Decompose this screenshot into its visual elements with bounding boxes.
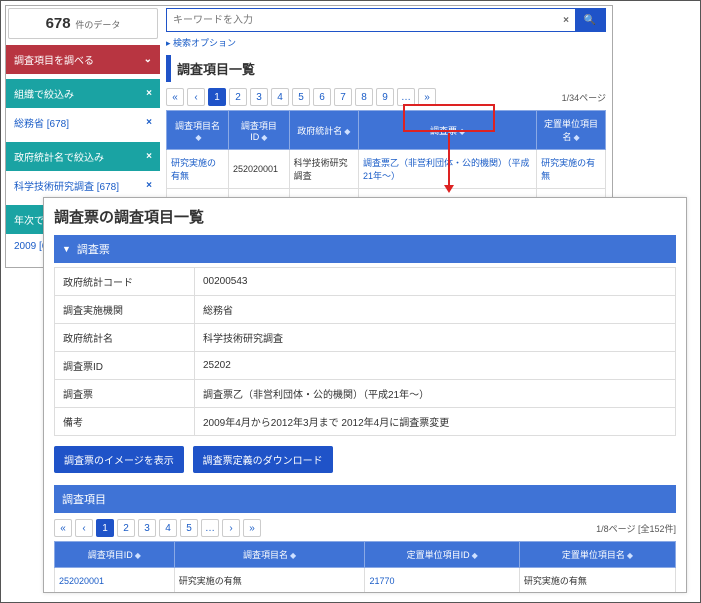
col-header[interactable]: 調査項目ID◆ [229,111,290,150]
pager-cell[interactable]: 6 [313,88,331,106]
pager-back: «‹123456789…» [166,88,436,106]
kv-key: 政府統計名 [55,324,195,352]
pager-cell[interactable]: ‹ [187,88,205,106]
chevron-down-icon: ⌄ [144,54,152,65]
kv-row: 調査票ID25202 [55,352,676,380]
kv-value: 科学技術研究調査 [195,324,676,352]
page-info-front: 1/8ページ [全152件] [596,522,676,535]
kv-key: 調査票ID [55,352,195,380]
page-info-back: 1/34ページ [562,91,606,104]
col-header[interactable]: 調査項目名◆ [174,542,365,568]
filter-stat-value[interactable]: 科学技術研究調査 [678] × [6,171,160,200]
filter-org[interactable]: 組織で絞込み × [6,79,160,108]
kv-value: 調査票乙（非営利団体・公的機関）（平成21年～） [195,380,676,408]
close-icon[interactable]: × [146,88,152,99]
band2-label: 調査項目 [62,491,106,507]
cell: 科学技術研究調査 [289,150,358,189]
cell: 252020001 [229,150,290,189]
band-label: 調査票 [77,241,110,257]
pager-cell[interactable]: 3 [250,88,268,106]
pager-cell[interactable]: › [222,519,240,537]
highlight-annotation [403,104,495,132]
kv-key: 備考 [55,408,195,436]
kv-row: 調査票調査票乙（非営利団体・公的機関）（平成21年～） [55,380,676,408]
kv-row: 政府統計コード00200543 [55,268,676,296]
col-header[interactable]: 定置単位項目名◆ [537,111,606,150]
close-icon[interactable]: × [146,151,152,162]
pager-front: «‹12345…›» [54,519,261,537]
search-options-link[interactable]: ▸ 検索オプション [166,32,236,51]
search-input[interactable] [167,9,557,31]
triangle-down-icon: ▼ [62,244,71,254]
search-icon: 🔍 [584,15,596,26]
pager-cell[interactable]: 4 [159,519,177,537]
front-title: 調査票の調査項目一覧 [54,204,676,235]
pager-cell[interactable]: 1 [96,519,114,537]
pager-cell[interactable]: 3 [138,519,156,537]
kv-row: 政府統計名科学技術研究調査 [55,324,676,352]
front-table: 調査項目ID◆調査項目名◆定置単位項目ID◆定置単位項目名◆ 252020001… [54,541,676,593]
kv-key: 調査票 [55,380,195,408]
col-header[interactable]: 政府統計名◆ [289,111,358,150]
result-count: 678 件のデータ [8,8,158,39]
close-icon[interactable]: × [146,180,152,191]
pager-cell[interactable]: 5 [292,88,310,106]
kv-row: 調査実施機関総務省 [55,296,676,324]
download-def-button[interactable]: 調査票定義のダウンロード [193,446,333,473]
kv-table: 政府統計コード00200543調査実施機関総務省政府統計名科学技術研究調査調査票… [54,267,676,436]
table-row: 252020001研究実施の有無21770研究実施の有無 [55,568,676,594]
count-number: 678 [46,15,71,32]
pager-cell[interactable]: » [243,519,261,537]
pager-cell[interactable]: … [201,519,219,537]
pager-cell[interactable]: 8 [355,88,373,106]
show-image-button[interactable]: 調査票のイメージを表示 [54,446,184,473]
cell[interactable]: 研究実施の有無 [167,150,229,189]
cell[interactable]: 研究実施の有無 [537,150,606,189]
close-icon[interactable]: × [146,117,152,128]
pager-cell[interactable]: 2 [229,88,247,106]
kv-value: 25202 [195,352,676,380]
filter-org-value[interactable]: 総務省 [678] × [6,108,160,137]
kv-key: 政府統計コード [55,268,195,296]
count-unit: 件のデータ [75,20,120,30]
cell[interactable]: 21770 [365,568,519,594]
sub2-label: 科学技術研究調査 [678] [14,178,119,193]
kv-row: 備考2009年4月から2012年3月まで 2012年4月に調査票変更 [55,408,676,436]
pager-cell[interactable]: 7 [334,88,352,106]
kv-value: 00200543 [195,268,676,296]
band-survey[interactable]: ▼ 調査票 [54,235,676,263]
section-title: 調査項目一覧 [166,55,606,82]
pager-cell[interactable]: 9 [376,88,394,106]
pager-cell[interactable]: 2 [117,519,135,537]
clear-icon[interactable]: × [557,15,575,26]
search-button[interactable]: 🔍 [575,9,605,31]
col-header[interactable]: 定置単位項目名◆ [519,542,675,568]
pager-cell[interactable]: « [54,519,72,537]
pager-cell[interactable]: 1 [208,88,226,106]
arrow-annotation [448,133,454,193]
kv-value: 2009年4月から2012年3月まで 2012年4月に調査票変更 [195,408,676,436]
kv-key: 調査実施機関 [55,296,195,324]
search-box: × 🔍 [166,8,606,32]
kv-value: 総務省 [195,296,676,324]
pager-cell[interactable]: 5 [180,519,198,537]
pager-cell[interactable]: ‹ [75,519,93,537]
sidebar-red[interactable]: 調査項目を調べる ⌄ [6,45,160,74]
pager-cell[interactable]: 4 [271,88,289,106]
col-header[interactable]: 調査項目ID◆ [55,542,175,568]
teal2-label: 政府統計名で絞込み [14,149,104,164]
red-label: 調査項目を調べる [14,52,94,67]
table-row: 研究実施の有無252020001科学技術研究調査調査票乙（非営利団体・公的機関）… [167,150,606,189]
filter-stat[interactable]: 政府統計名で絞込み × [6,142,160,171]
cell: 研究実施の有無 [174,568,365,594]
pager-cell[interactable]: « [166,88,184,106]
band-items: 調査項目 [54,485,676,513]
cell[interactable]: 252020001 [55,568,175,594]
sub1-label: 総務省 [678] [14,115,69,130]
cell: 研究実施の有無 [519,568,675,594]
teal1-label: 組織で絞込み [14,86,74,101]
col-header[interactable]: 定置単位項目ID◆ [365,542,519,568]
col-header[interactable]: 調査項目名◆ [167,111,229,150]
